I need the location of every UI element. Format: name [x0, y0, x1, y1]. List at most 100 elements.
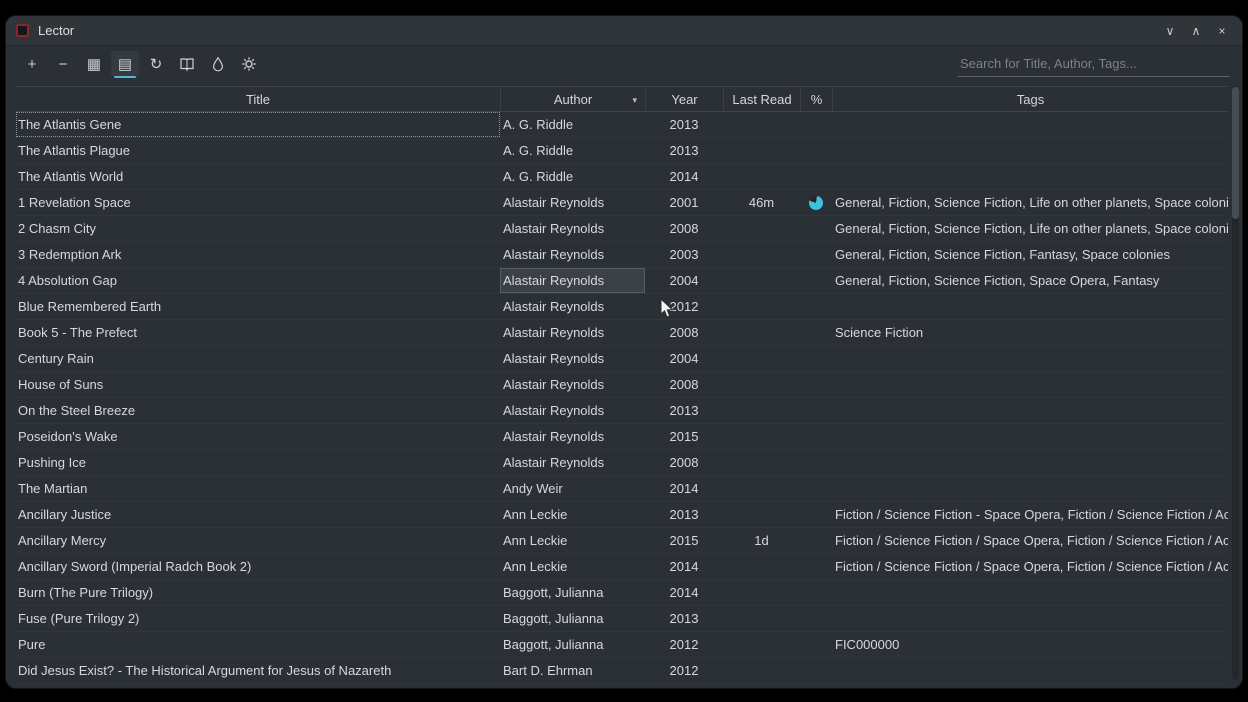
- cell-progress[interactable]: [800, 502, 832, 527]
- table-row[interactable]: The Martian Andy Weir 2014: [16, 476, 1228, 502]
- cell-year[interactable]: 2008: [645, 372, 723, 397]
- close-button[interactable]: ×: [1212, 21, 1232, 41]
- cell-author[interactable]: Alastair Reynolds: [500, 372, 645, 397]
- cell-last-read[interactable]: [723, 268, 800, 293]
- cell-tags[interactable]: [832, 398, 1228, 423]
- table-row[interactable]: Ancillary Sword (Imperial Radch Book 2) …: [16, 554, 1228, 580]
- cell-title[interactable]: Century Rain: [16, 346, 500, 371]
- cell-tags[interactable]: [832, 346, 1228, 371]
- cell-author[interactable]: Ann Leckie: [500, 528, 645, 553]
- cell-tags[interactable]: [832, 476, 1228, 501]
- search-input[interactable]: [958, 52, 1230, 77]
- cell-year[interactable]: 2012: [645, 632, 723, 657]
- cell-author[interactable]: A. G. Riddle: [500, 164, 645, 189]
- cell-tags[interactable]: Fiction / Science Fiction - Space Opera,…: [832, 502, 1228, 527]
- cell-tags[interactable]: FIC000000: [832, 632, 1228, 657]
- grid-view-button[interactable]: ▦: [80, 51, 108, 77]
- cell-tags[interactable]: [832, 294, 1228, 319]
- cell-tags[interactable]: [832, 138, 1228, 163]
- cell-last-read[interactable]: [723, 580, 800, 605]
- cell-progress[interactable]: [800, 294, 832, 319]
- cell-progress[interactable]: [800, 216, 832, 241]
- cell-last-read[interactable]: [723, 606, 800, 631]
- table-row[interactable]: 3 Redemption Ark Alastair Reynolds 2003 …: [16, 242, 1228, 268]
- cell-title[interactable]: The Atlantis Gene: [16, 112, 500, 137]
- table-row[interactable]: Ancillary Mercy Ann Leckie 2015 1d Ficti…: [16, 528, 1228, 554]
- cell-tags[interactable]: [832, 580, 1228, 605]
- titlebar[interactable]: Lector ∨ ∧ ×: [6, 16, 1242, 46]
- reload-library-button[interactable]: ↻: [142, 51, 170, 77]
- cell-last-read[interactable]: [723, 138, 800, 163]
- cell-year[interactable]: 2013: [645, 398, 723, 423]
- cell-year[interactable]: 2013: [645, 112, 723, 137]
- cell-author[interactable]: Bart D. Ehrman: [500, 658, 645, 683]
- cell-last-read[interactable]: [723, 216, 800, 241]
- cell-author[interactable]: Ann Leckie: [500, 554, 645, 579]
- column-header-percent[interactable]: %: [800, 87, 832, 111]
- cell-title[interactable]: The Atlantis World: [16, 164, 500, 189]
- column-header-last-read[interactable]: Last Read: [723, 87, 800, 111]
- cell-title[interactable]: Burn (The Pure Trilogy): [16, 580, 500, 605]
- cell-last-read[interactable]: [723, 346, 800, 371]
- cell-year[interactable]: 2013: [645, 138, 723, 163]
- cell-title[interactable]: The Martian: [16, 476, 500, 501]
- cell-author[interactable]: Alastair Reynolds: [500, 294, 645, 319]
- table-row[interactable]: The Atlantis Gene A. G. Riddle 2013: [16, 112, 1228, 138]
- cell-tags[interactable]: [832, 372, 1228, 397]
- cell-author[interactable]: A. G. Riddle: [500, 112, 645, 137]
- cell-year[interactable]: 2008: [645, 320, 723, 345]
- cell-author[interactable]: Baggott, Julianna: [500, 580, 645, 605]
- cell-title[interactable]: Did Jesus Exist? - The Historical Argume…: [16, 658, 500, 683]
- cell-title[interactable]: 1 Revelation Space: [16, 190, 500, 215]
- cell-last-read[interactable]: [723, 242, 800, 267]
- table-row[interactable]: 2 Chasm City Alastair Reynolds 2008 Gene…: [16, 216, 1228, 242]
- cell-title[interactable]: The Atlantis Plague: [16, 138, 500, 163]
- cell-year[interactable]: 2013: [645, 502, 723, 527]
- cell-title[interactable]: 3 Redemption Ark: [16, 242, 500, 267]
- cell-progress[interactable]: [800, 606, 832, 631]
- cell-year[interactable]: 2014: [645, 476, 723, 501]
- cell-year[interactable]: 2008: [645, 216, 723, 241]
- cell-title[interactable]: Blue Remembered Earth: [16, 294, 500, 319]
- table-row[interactable]: Blue Remembered Earth Alastair Reynolds …: [16, 294, 1228, 320]
- cell-title[interactable]: Book 5 - The Prefect: [16, 320, 500, 345]
- cell-title[interactable]: Ancillary Justice: [16, 502, 500, 527]
- cell-tags[interactable]: Fiction / Science Fiction / Space Opera,…: [832, 554, 1228, 579]
- cell-last-read[interactable]: [723, 424, 800, 449]
- column-header-tags[interactable]: Tags: [832, 87, 1228, 111]
- cell-author[interactable]: Andy Weir: [500, 476, 645, 501]
- cell-progress[interactable]: [800, 554, 832, 579]
- cell-author[interactable]: Alastair Reynolds: [500, 268, 645, 293]
- theme-button[interactable]: [204, 51, 232, 77]
- cell-year[interactable]: 2008: [645, 450, 723, 475]
- cell-progress[interactable]: [800, 372, 832, 397]
- cell-last-read[interactable]: [723, 164, 800, 189]
- cell-author[interactable]: Alastair Reynolds: [500, 424, 645, 449]
- cell-tags[interactable]: General, Fiction, Science Fiction, Space…: [832, 268, 1228, 293]
- cell-progress[interactable]: [800, 346, 832, 371]
- table-row[interactable]: 4 Absolution Gap Alastair Reynolds 2004 …: [16, 268, 1228, 294]
- cell-author[interactable]: Alastair Reynolds: [500, 242, 645, 267]
- table-view-button[interactable]: ▤: [111, 51, 139, 77]
- cell-title[interactable]: On the Steel Breeze: [16, 398, 500, 423]
- cell-title[interactable]: 2 Chasm City: [16, 216, 500, 241]
- cell-last-read[interactable]: 1d: [723, 528, 800, 553]
- shade-button[interactable]: ∨: [1160, 21, 1180, 41]
- cell-progress[interactable]: [800, 164, 832, 189]
- cell-progress[interactable]: [800, 580, 832, 605]
- table-row[interactable]: The Atlantis Plague A. G. Riddle 2013: [16, 138, 1228, 164]
- cell-title[interactable]: House of Suns: [16, 372, 500, 397]
- cell-progress[interactable]: [800, 398, 832, 423]
- remove-book-button[interactable]: −: [49, 51, 77, 77]
- table-row[interactable]: Book 5 - The Prefect Alastair Reynolds 2…: [16, 320, 1228, 346]
- cell-tags[interactable]: [832, 112, 1228, 137]
- maximize-button[interactable]: ∧: [1186, 21, 1206, 41]
- add-book-button[interactable]: +: [18, 51, 46, 77]
- cell-title[interactable]: Poseidon's Wake: [16, 424, 500, 449]
- cell-last-read[interactable]: [723, 450, 800, 475]
- cell-year[interactable]: 2004: [645, 346, 723, 371]
- cell-tags[interactable]: Science Fiction: [832, 320, 1228, 345]
- cell-title[interactable]: Ancillary Sword (Imperial Radch Book 2): [16, 554, 500, 579]
- cell-last-read[interactable]: [723, 320, 800, 345]
- cell-last-read[interactable]: [723, 658, 800, 683]
